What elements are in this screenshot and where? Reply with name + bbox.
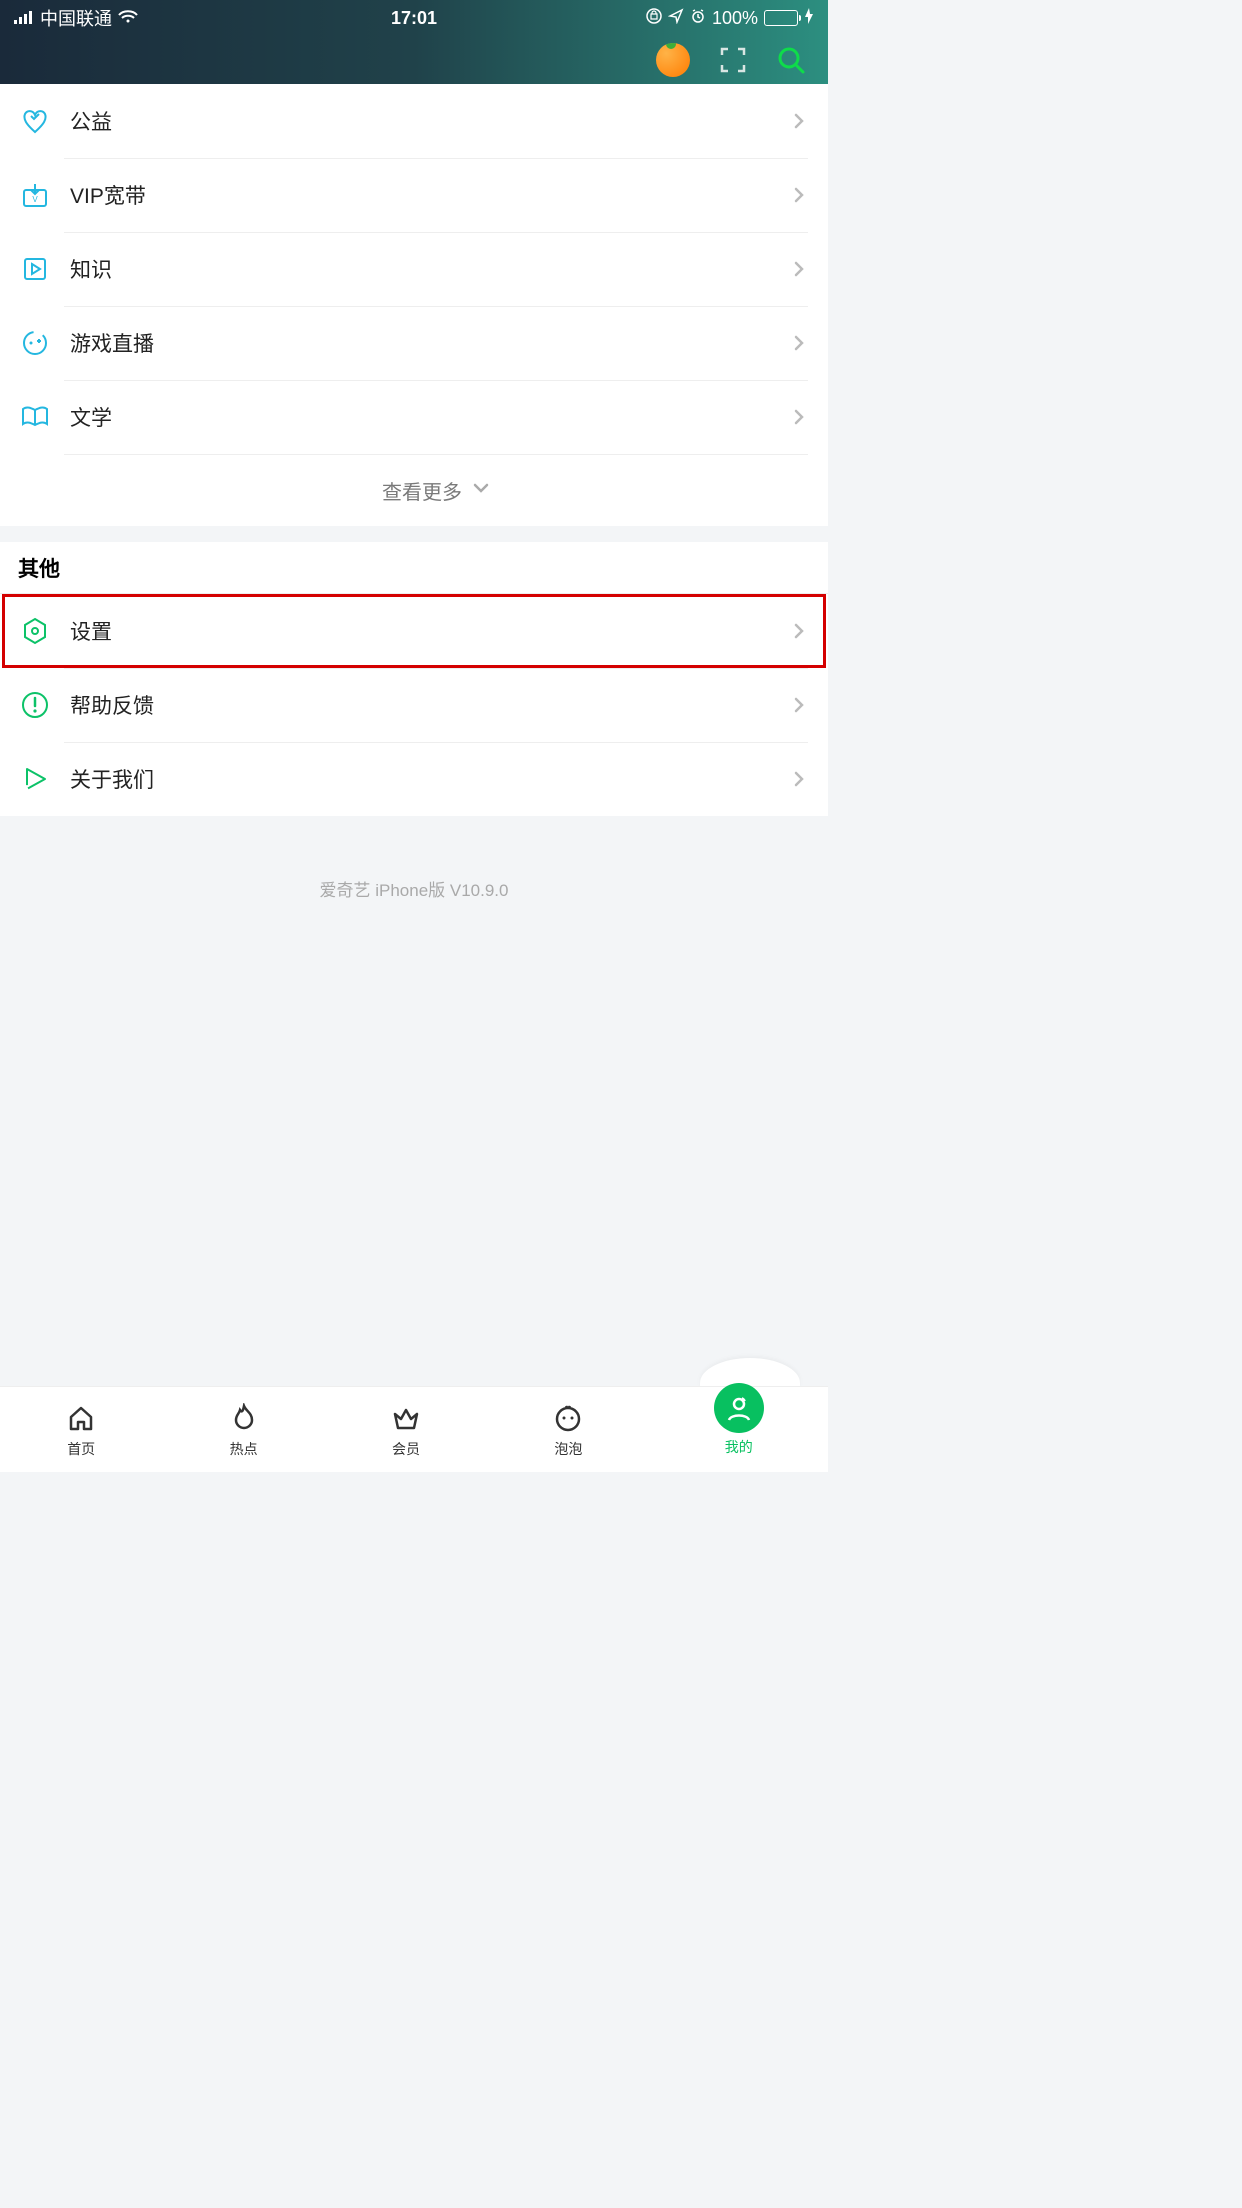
nav-item-mine[interactable]: 我的 [714,1403,764,1457]
wifi-icon [118,8,138,29]
chevron-right-icon [790,696,808,714]
gamepad-icon [20,328,50,358]
exclamation-circle-icon [20,690,50,720]
chevron-right-icon [790,622,808,640]
nav-item-hot[interactable]: 热点 [227,1401,261,1459]
menu-item-label: 设置 [70,616,790,646]
nav-label: 我的 [725,1437,753,1457]
chevron-right-icon [790,112,808,130]
charging-icon [804,8,814,29]
battery-icon [764,10,798,26]
svg-text:V: V [32,195,38,204]
section-title: 其他 [18,553,60,583]
book-icon [20,402,50,432]
chevron-right-icon [790,408,808,426]
see-more-button[interactable]: 查看更多 [64,454,808,526]
face-icon [551,1401,585,1435]
home-icon [64,1401,98,1435]
play-rect-icon [20,254,50,284]
signal-icon [14,8,34,29]
carrier-label: 中国联通 [40,5,112,31]
heart-icon [20,106,50,136]
app-version-label: 爱奇艺 iPhone版 V10.9.0 [0,816,828,971]
menu-group-other: 设置 帮助反馈 关于我们 [0,594,828,816]
nav-label: 首页 [67,1439,95,1459]
nav-item-vip[interactable]: 会员 [389,1401,423,1459]
scan-icon[interactable] [718,45,748,75]
crown-icon [389,1401,423,1435]
battery-pct: 100% [712,8,758,29]
menu-group-services: 公益 V VIP宽带 知识 游戏直播 文学 [0,84,828,526]
gear-icon [20,616,50,646]
menu-item-knowledge[interactable]: 知识 [0,232,828,306]
alarm-icon [690,8,706,29]
avatar[interactable] [656,43,690,77]
see-more-label: 查看更多 [382,476,462,505]
search-icon[interactable] [776,45,806,75]
chevron-right-icon [790,186,808,204]
profile-fab [714,1383,764,1433]
clock: 17:01 [391,8,437,29]
menu-item-literature[interactable]: 文学 [0,380,828,454]
menu-item-label: 公益 [70,106,790,136]
nav-label: 会员 [392,1439,420,1459]
nav-label: 泡泡 [554,1439,582,1459]
menu-item-label: 文学 [70,402,790,432]
chevron-right-icon [790,334,808,352]
nav-item-home[interactable]: 首页 [64,1401,98,1459]
location-icon [668,8,684,29]
nav-label: 热点 [230,1439,258,1459]
chevron-right-icon [790,770,808,788]
menu-item-label: 帮助反馈 [70,690,790,720]
menu-item-vip-broadband[interactable]: V VIP宽带 [0,158,828,232]
nav-item-paopao[interactable]: 泡泡 [551,1401,585,1459]
section-gap [0,526,828,542]
menu-item-label: 知识 [70,254,790,284]
menu-item-help[interactable]: 帮助反馈 [0,668,828,742]
menu-item-game-live[interactable]: 游戏直播 [0,306,828,380]
menu-item-about[interactable]: 关于我们 [0,742,828,816]
menu-item-label: 关于我们 [70,764,790,794]
orientation-lock-icon [646,8,662,29]
menu-item-charity[interactable]: 公益 [0,84,828,158]
menu-item-label: VIP宽带 [70,180,790,210]
section-header-other: 其他 [0,542,828,594]
chevron-right-icon [790,260,808,278]
nav-curve [700,1358,800,1388]
menu-item-settings[interactable]: 设置 [0,594,828,668]
status-bar: 中国联通 17:01 100% [0,0,828,36]
tv-download-icon: V [20,180,50,210]
app-header [0,36,828,84]
fire-icon [227,1401,261,1435]
chevron-down-icon [472,479,490,503]
menu-item-label: 游戏直播 [70,328,790,358]
bottom-nav: 首页 热点 会员 泡泡 我的 [0,1386,828,1472]
play-triangle-icon [20,764,50,794]
